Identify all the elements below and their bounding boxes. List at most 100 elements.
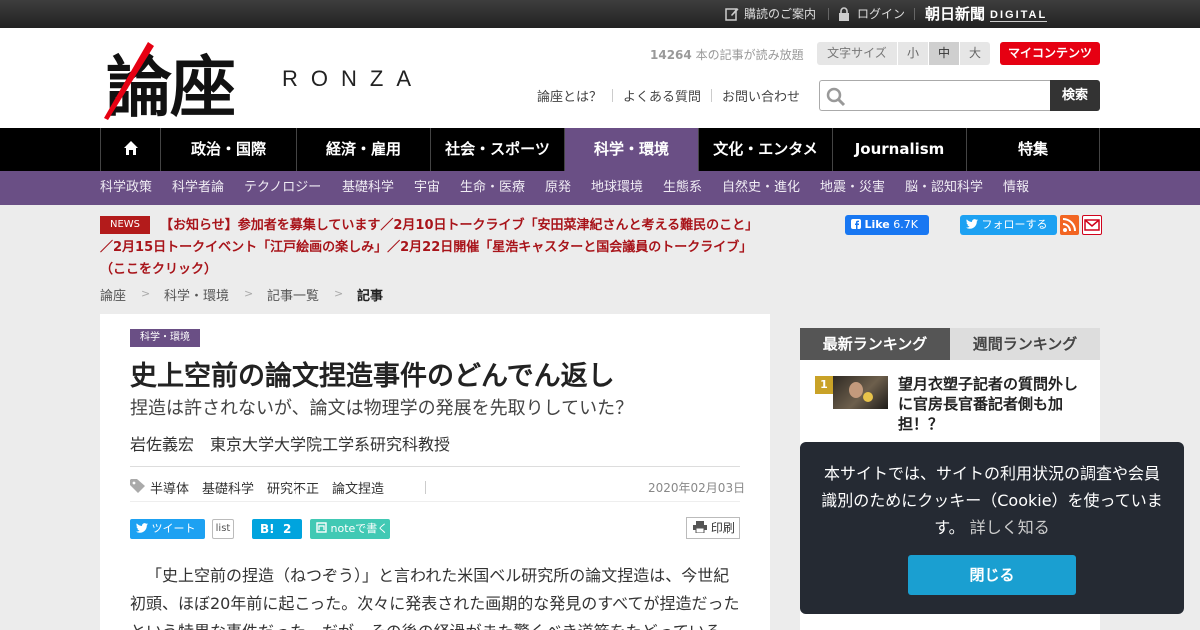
article-author[interactable]: 岩佐義宏 東京大学大学院工学系研究科教授: [130, 431, 450, 455]
subnav-item[interactable]: テクノロジー: [244, 171, 321, 205]
cookie-more-link[interactable]: 詳しく知る: [970, 518, 1050, 537]
mail-button[interactable]: [1082, 215, 1102, 235]
article-date: 2020年02月03日: [648, 481, 746, 495]
subnav-item[interactable]: 生態系: [663, 171, 702, 205]
edit-icon: [725, 8, 739, 21]
asahi-digital-logo[interactable]: 朝日新聞 DIGITAL: [925, 0, 1048, 28]
font-size-medium-button[interactable]: 中: [928, 42, 959, 65]
print-label: 印刷: [710, 521, 735, 535]
tab-weekly-ranking[interactable]: 週間ランキング: [950, 328, 1100, 360]
font-size-small-button[interactable]: 小: [897, 42, 928, 65]
tweet-label: ツイート: [151, 522, 196, 535]
search-button[interactable]: 検索: [1050, 80, 1100, 111]
nav-journalism[interactable]: Journalism: [832, 128, 966, 171]
cookie-banner: 本サイトでは、サイトの利用状況の調査や会員識別のためにクッキー（Cookie）を…: [800, 442, 1184, 614]
faq-link[interactable]: よくある質問: [623, 86, 701, 105]
subnav-item[interactable]: 原発: [545, 171, 571, 205]
subnav-item[interactable]: 自然史・進化: [722, 171, 800, 205]
twitter-icon: [966, 219, 978, 229]
logo-red-slash: [104, 42, 154, 120]
tab-latest-ranking[interactable]: 最新ランキング: [800, 328, 950, 360]
tag-link[interactable]: 半導体: [150, 478, 189, 497]
divider: [130, 466, 740, 467]
nav-special[interactable]: 特集: [966, 128, 1100, 171]
category-badge[interactable]: 科学・環境: [130, 329, 200, 347]
nav-society[interactable]: 社会・スポーツ: [430, 128, 564, 171]
breadcrumb-list[interactable]: 記事一覧: [267, 285, 319, 304]
my-content-button[interactable]: マイコンテンツ: [1000, 42, 1100, 65]
brand-digital: DIGITAL: [990, 9, 1048, 22]
twitter-follow-label: フォローする: [981, 218, 1048, 231]
home-icon: [123, 141, 138, 155]
font-size-large-button[interactable]: 大: [959, 42, 990, 65]
tweet-button[interactable]: ツイート: [130, 519, 205, 539]
twitter-follow-button[interactable]: フォローする: [960, 215, 1057, 235]
mail-icon: [1084, 219, 1100, 231]
news-announcement-link[interactable]: 【お知らせ】参加者を募集しています／2月10日トークライブ「安田菜津紀さんと考え…: [100, 215, 770, 281]
article-subtitle: 捏造は許されないが、論文は物理学の発展を先取りしていた？: [130, 398, 634, 419]
breadcrumb-category[interactable]: 科学・環境: [164, 285, 229, 304]
twitter-list-button[interactable]: list: [212, 519, 234, 539]
nav-economy[interactable]: 経済・雇用: [296, 128, 430, 171]
subnav-item[interactable]: 地球環境: [591, 171, 643, 205]
global-nav: 政治・国際 経済・雇用 社会・スポーツ 科学・環境 文化・エンタメ Journa…: [0, 128, 1200, 171]
nav-culture[interactable]: 文化・エンタメ: [698, 128, 832, 171]
search-input[interactable]: [819, 80, 1051, 111]
facebook-like-button[interactable]: Like 6.7K: [845, 215, 929, 235]
site-header: 論座 RONZA 14264 本の記事が読み放題 文字サイズ 小 中 大 マイコ…: [0, 28, 1200, 128]
nav-politics[interactable]: 政治・国際: [160, 128, 296, 171]
article-card: 科学・環境 史上空前の論文捏造事件のどんでん返し 捏造は許されないが、論文は物理…: [100, 314, 770, 630]
article-count-suffix: 本の記事が読み放題: [695, 48, 804, 62]
tag-link[interactable]: 論文捏造: [332, 478, 384, 497]
article-count-number: 14264: [650, 48, 692, 62]
subscribe-link[interactable]: 購読のご案内: [744, 0, 816, 28]
hatena-bookmark-button[interactable]: B! 2: [252, 519, 302, 539]
ranking-thumbnail[interactable]: [833, 376, 888, 409]
rss-button[interactable]: [1060, 215, 1079, 235]
font-size-label: 文字サイズ: [817, 42, 897, 65]
twitter-icon: [136, 523, 148, 533]
rank-number: 1: [815, 376, 833, 394]
breadcrumb-home[interactable]: 論座: [100, 285, 126, 304]
hatena-icon: B!: [260, 522, 275, 536]
breadcrumb-current: 記事: [357, 289, 384, 304]
ranking-item-title[interactable]: 望月衣塑子記者の質問外しに官房長官番記者側も加担！？: [898, 374, 1088, 434]
about-link[interactable]: 論座とは？: [537, 86, 602, 105]
cookie-close-button[interactable]: 閉じる: [908, 555, 1076, 595]
printer-icon: [693, 521, 707, 534]
nav-home[interactable]: [100, 128, 160, 171]
subnav-item[interactable]: 生命・医療: [460, 171, 525, 205]
breadcrumb-separator-icon: >: [141, 287, 151, 300]
note-share-button[interactable]: noteで書く: [310, 519, 390, 539]
divider: [828, 8, 829, 20]
subnav-item[interactable]: 情報: [1003, 171, 1029, 205]
facebook-icon: [851, 219, 861, 229]
sub-nav: 科学政策 科学者論 テクノロジー 基礎科学 宇宙 生命・医療 原発 地球環境 生…: [0, 171, 1200, 205]
cookie-message: 本サイトでは、サイトの利用状況の調査や会員識別のためにクッキー（Cookie）を…: [818, 460, 1166, 541]
tag-icon: [130, 479, 145, 493]
subnav-item[interactable]: 科学者論: [172, 171, 224, 205]
breadcrumb-separator-icon: >: [244, 287, 254, 300]
divider: [711, 89, 712, 102]
divider: [130, 501, 740, 502]
tag-link[interactable]: 研究不正: [267, 478, 319, 497]
breadcrumb-separator-icon: >: [334, 287, 344, 300]
login-link[interactable]: ログイン: [857, 0, 905, 28]
subnav-item[interactable]: 脳・認知科学: [905, 171, 983, 205]
thumbnail-face: [849, 382, 863, 398]
hatena-count: 2: [282, 522, 292, 536]
facebook-like-label: Like: [864, 218, 890, 231]
tag-link[interactable]: 基礎科学: [202, 478, 254, 497]
subnav-item[interactable]: 基礎科学: [342, 171, 394, 205]
article-title: 史上空前の論文捏造事件のどんでん返し: [130, 361, 615, 392]
nav-science[interactable]: 科学・環境: [564, 128, 698, 171]
subnav-item[interactable]: 科学政策: [100, 171, 152, 205]
note-icon: [316, 522, 327, 533]
subnav-item[interactable]: 宇宙: [414, 171, 440, 205]
print-button[interactable]: 印刷: [686, 517, 740, 539]
contact-link[interactable]: お問い合わせ: [722, 86, 800, 105]
facebook-like-count: 6.7K: [893, 218, 918, 231]
subnav-item[interactable]: 地震・災害: [820, 171, 885, 205]
rss-icon: [1062, 218, 1076, 232]
logo-latin: RONZA: [282, 66, 424, 91]
